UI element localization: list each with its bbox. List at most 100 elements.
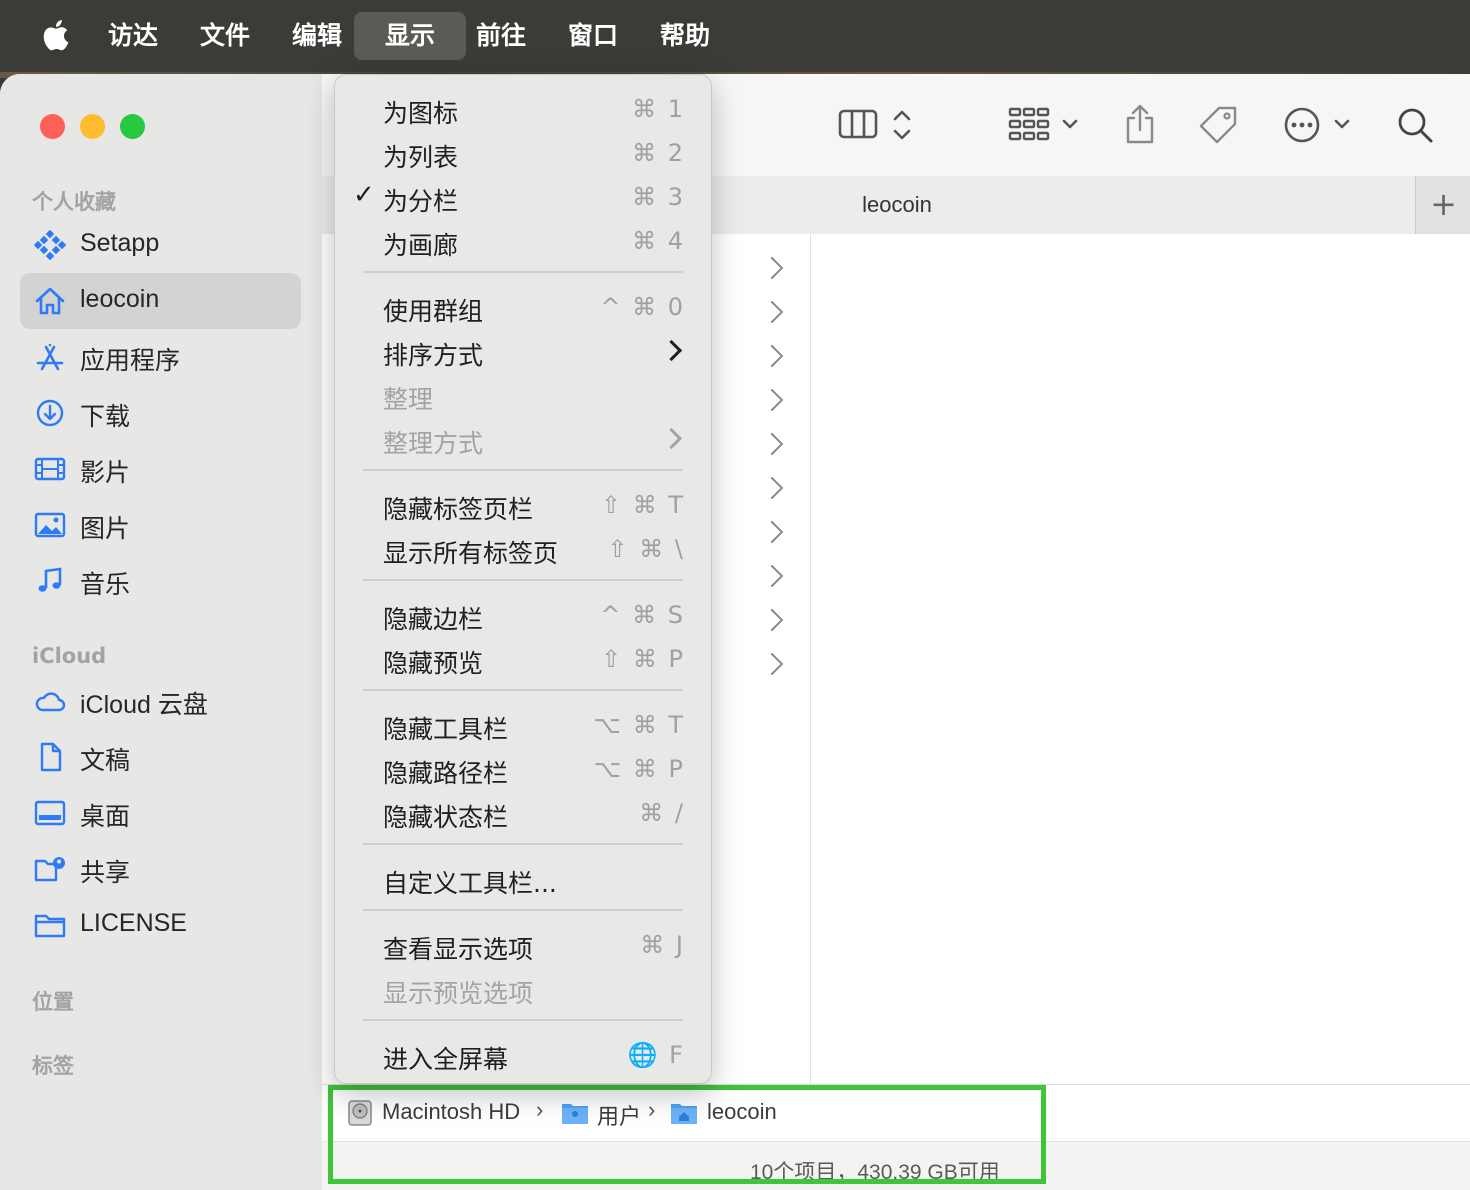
sidebar-item-license[interactable]: LICENSE [20, 897, 301, 953]
desktop-icon [34, 800, 66, 826]
sidebar-item-music[interactable]: 音乐 [20, 553, 301, 609]
sidebar-item-label: 共享 [80, 859, 131, 887]
chevron-right-icon [760, 476, 784, 500]
highlight-box [328, 1085, 1046, 1184]
menu-view[interactable]: 显示 [354, 12, 466, 60]
menu-item-label: 隐藏边栏 [383, 605, 484, 634]
menu-item-shortcut: ^ ⌘ 0 [600, 293, 685, 321]
menu-item-shortcut: ⇧ ⌘ P [601, 645, 685, 673]
close-window-button[interactable] [40, 114, 65, 139]
sidebar-item-setapp[interactable]: Setapp [20, 217, 301, 273]
menu-window[interactable]: 窗口 [556, 12, 630, 60]
menu-file[interactable]: 文件 [188, 12, 262, 60]
apple-logo-icon[interactable] [38, 17, 70, 53]
menu-separator [363, 689, 683, 691]
minimize-window-button[interactable] [80, 114, 105, 139]
menu-item-label: 隐藏工具栏 [383, 715, 509, 744]
menu-item-enter-full-screen[interactable]: 进入全屏幕 🌐 F [335, 1033, 711, 1077]
sidebar-item-home[interactable]: leocoin [20, 273, 301, 329]
submenu-chevron-icon [660, 427, 683, 450]
menu-item-show-preview-options: 显示预览选项 [335, 967, 711, 1011]
sidebar-item-applications[interactable]: 应用程序 [20, 329, 301, 385]
menu-item-sort-by[interactable]: 排序方式 [335, 329, 711, 373]
menu-item-shortcut: ⌘ / [639, 799, 685, 827]
setapp-icon [34, 230, 66, 260]
chevron-down-icon[interactable] [1060, 114, 1080, 134]
applications-icon [36, 343, 64, 371]
menu-item-hide-preview[interactable]: 隐藏预览 ⇧ ⌘ P [335, 637, 711, 681]
sidebar-item-label: Setapp [80, 229, 160, 257]
menu-item-as-gallery[interactable]: 为画廊 ⌘ 4 [335, 219, 711, 263]
menu-item-show-view-options[interactable]: 查看显示选项 ⌘ J [335, 923, 711, 967]
sidebar-item-downloads[interactable]: 下载 [20, 385, 301, 441]
sidebar-item-icloud-drive[interactable]: iCloud 云盘 [20, 673, 301, 729]
column-divider[interactable] [810, 234, 811, 1084]
document-icon [40, 742, 62, 772]
menu-item-shortcut: ^ ⌘ S [600, 601, 685, 629]
folder-icon [34, 914, 66, 938]
sidebar-item-label: 下载 [80, 403, 131, 431]
chevron-down-icon[interactable] [1332, 114, 1352, 134]
menu-item-label: 为图标 [383, 99, 459, 128]
menu-item-use-groups[interactable]: 使用群组 ^ ⌘ 0 [335, 285, 711, 329]
menu-item-customize-toolbar[interactable]: 自定义工具栏... [335, 857, 711, 901]
menu-item-label: 显示预览选项 [383, 979, 534, 1008]
sidebar: 个人收藏 Setapp leocoin 应用程序 下载 影片 图片 音乐 iCl… [0, 74, 323, 1190]
menu-item-hide-tab-bar[interactable]: 隐藏标签页栏 ⇧ ⌘ T [335, 483, 711, 527]
menu-item-as-icons[interactable]: 为图标 ⌘ 1 [335, 87, 711, 131]
sidebar-item-label: 文稿 [80, 747, 131, 775]
download-icon [36, 399, 64, 427]
menu-item-label: 隐藏路径栏 [383, 759, 509, 788]
tab-leocoin[interactable]: leocoin [822, 192, 972, 218]
menu-item-shortcut: ⌥ ⌘ T [593, 711, 685, 739]
sidebar-section-tags: 标签 [32, 1054, 74, 1078]
menu-item-label: 隐藏状态栏 [383, 803, 509, 832]
menu-item-as-list[interactable]: 为列表 ⌘ 2 [335, 131, 711, 175]
search-icon[interactable] [1396, 106, 1434, 144]
menu-item-hide-status-bar[interactable]: 隐藏状态栏 ⌘ / [335, 791, 711, 835]
group-icon[interactable] [1007, 104, 1051, 144]
menu-item-shortcut: ⇧ ⌘ \ [607, 535, 685, 563]
sidebar-item-pictures[interactable]: 图片 [20, 497, 301, 553]
submenu-chevron-icon [660, 339, 683, 362]
zoom-window-button[interactable] [120, 114, 145, 139]
sidebar-item-label: 桌面 [80, 803, 131, 831]
menu-go[interactable]: 前往 [464, 12, 538, 60]
menu-item-label: 显示所有标签页 [383, 539, 559, 568]
sidebar-item-documents[interactable]: 文稿 [20, 729, 301, 785]
menu-item-hide-toolbar[interactable]: 隐藏工具栏 ⌥ ⌘ T [335, 703, 711, 747]
shared-folder-icon [34, 857, 65, 882]
menu-item-show-all-tabs[interactable]: 显示所有标签页 ⇧ ⌘ \ [335, 527, 711, 571]
sidebar-item-movies[interactable]: 影片 [20, 441, 301, 497]
chevron-right-icon [760, 608, 784, 632]
menu-item-hide-sidebar[interactable]: 隐藏边栏 ^ ⌘ S [335, 593, 711, 637]
tag-icon[interactable] [1197, 104, 1239, 146]
menu-item-clean-up-by: 整理方式 [335, 417, 711, 461]
sidebar-item-desktop[interactable]: 桌面 [20, 785, 301, 841]
view-menu-dropdown: 为图标 ⌘ 1 为列表 ⌘ 2 ✓ 为分栏 ⌘ 3 为画廊 ⌘ 4 使用群组 ^… [334, 74, 712, 1084]
new-tab-button[interactable]: + [1415, 176, 1470, 234]
checkmark-icon: ✓ [353, 180, 375, 210]
menu-separator [363, 469, 683, 471]
menu-item-shortcut: ⌘ 3 [632, 183, 685, 211]
menu-help[interactable]: 帮助 [648, 12, 722, 60]
chevron-right-icon [760, 300, 784, 324]
share-icon[interactable] [1122, 102, 1158, 146]
chevron-right-icon [760, 432, 784, 456]
column-view-icon[interactable] [837, 104, 881, 144]
finder-window: 个人收藏 Setapp leocoin 应用程序 下载 影片 图片 音乐 iCl… [0, 74, 1470, 1190]
sidebar-item-shared[interactable]: 共享 [20, 841, 301, 897]
menu-item-hide-path-bar[interactable]: 隐藏路径栏 ⌥ ⌘ P [335, 747, 711, 791]
menu-edit[interactable]: 编辑 [280, 12, 354, 60]
menu-item-as-columns[interactable]: ✓ 为分栏 ⌘ 3 [335, 175, 711, 219]
menu-separator [363, 1019, 683, 1021]
sidebar-item-label: LICENSE [80, 909, 187, 937]
menu-item-label: 隐藏标签页栏 [383, 495, 534, 524]
chevron-right-icon [760, 520, 784, 544]
view-switcher-chevron-icon[interactable] [890, 107, 914, 143]
menu-item-label: 排序方式 [383, 341, 484, 370]
menu-finder[interactable]: 访达 [96, 12, 170, 60]
menu-item-label: 自定义工具栏... [383, 869, 557, 898]
menu-separator [363, 843, 683, 845]
more-actions-icon[interactable] [1282, 105, 1322, 145]
